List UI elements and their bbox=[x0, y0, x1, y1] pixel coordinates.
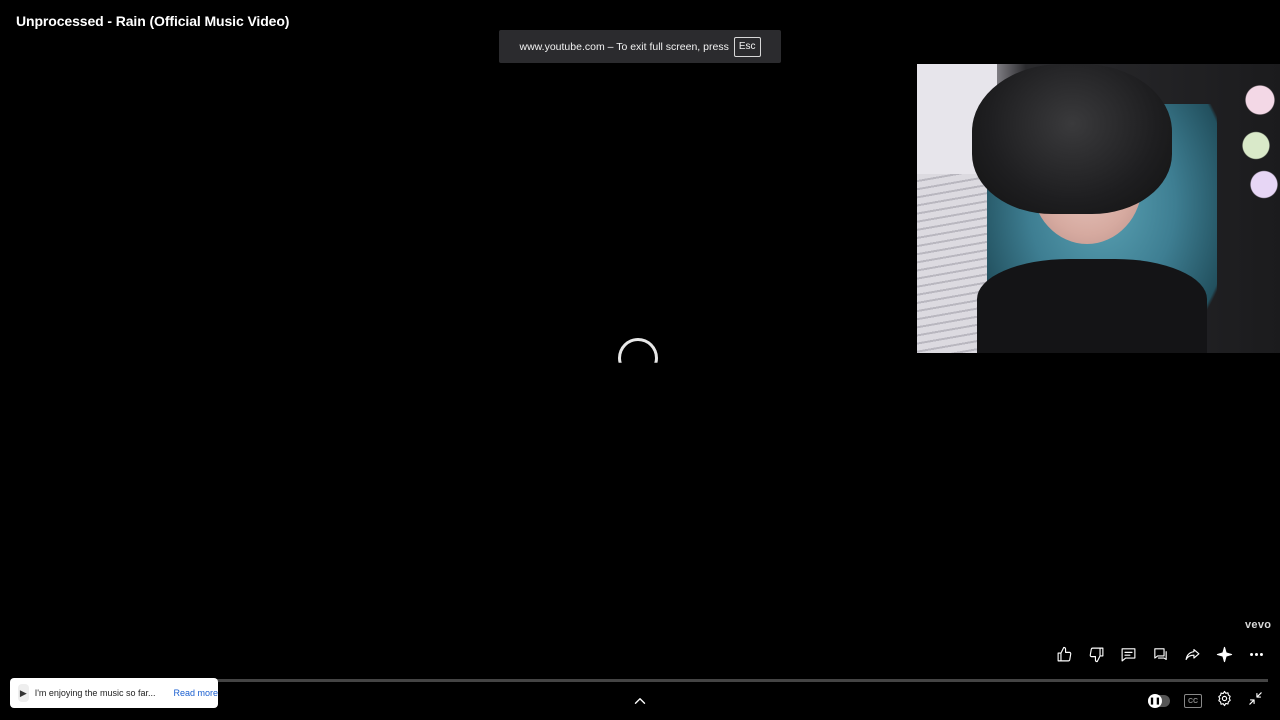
vevo-badge: vevo bbox=[1245, 619, 1272, 631]
fullscreen-exit-notice: www.youtube.com – To exit full screen, p… bbox=[499, 30, 781, 63]
youtube-play-icon: ▶ bbox=[18, 684, 29, 702]
more-actions-button[interactable] bbox=[1244, 642, 1268, 666]
comments-button[interactable] bbox=[1116, 642, 1140, 666]
webcam-decor bbox=[1240, 74, 1280, 204]
thumbs-down-icon bbox=[1089, 647, 1103, 662]
chevron-up-icon bbox=[634, 698, 646, 704]
webcam-shirt bbox=[977, 259, 1207, 353]
live-chat-button[interactable] bbox=[1148, 642, 1172, 666]
action-bar bbox=[1052, 642, 1268, 666]
sparkle-icon bbox=[1216, 646, 1232, 662]
exit-fullscreen-button[interactable] bbox=[1247, 690, 1264, 712]
notification-toast[interactable]: ▶ I'm enjoying the music so far... Read … bbox=[10, 678, 218, 708]
toast-link[interactable]: Read more bbox=[173, 688, 218, 698]
loading-spinner bbox=[618, 338, 658, 363]
exit-fullscreen-icon bbox=[1249, 692, 1262, 705]
chat-icon bbox=[1153, 647, 1167, 660]
gear-icon bbox=[1218, 690, 1231, 707]
subtitles-button[interactable]: CC bbox=[1184, 694, 1202, 708]
esc-key-hint: Esc bbox=[733, 36, 761, 57]
share-button[interactable] bbox=[1180, 642, 1204, 666]
player-controls-right: ❚❚ CC bbox=[1148, 690, 1264, 712]
webcam-hat bbox=[972, 64, 1172, 214]
pause-icon: ❚❚ bbox=[1148, 694, 1162, 708]
more-icon bbox=[1249, 652, 1263, 656]
comment-icon bbox=[1121, 647, 1135, 661]
toast-text: I'm enjoying the music so far... bbox=[34, 688, 156, 698]
thumbs-up-icon bbox=[1057, 646, 1071, 661]
dislike-button[interactable] bbox=[1084, 642, 1108, 666]
share-icon bbox=[1185, 648, 1199, 660]
settings-button[interactable] bbox=[1216, 690, 1233, 712]
webcam-overlay bbox=[917, 64, 1280, 353]
fullscreen-notice-text: www.youtube.com – To exit full screen, p… bbox=[519, 40, 729, 53]
ask-button[interactable] bbox=[1212, 642, 1236, 666]
video-title: Unprocessed - Rain (Official Music Video… bbox=[16, 13, 290, 29]
autoplay-toggle[interactable]: ❚❚ bbox=[1148, 694, 1170, 708]
chevron-up-button[interactable] bbox=[631, 692, 649, 710]
like-button[interactable] bbox=[1052, 642, 1076, 666]
